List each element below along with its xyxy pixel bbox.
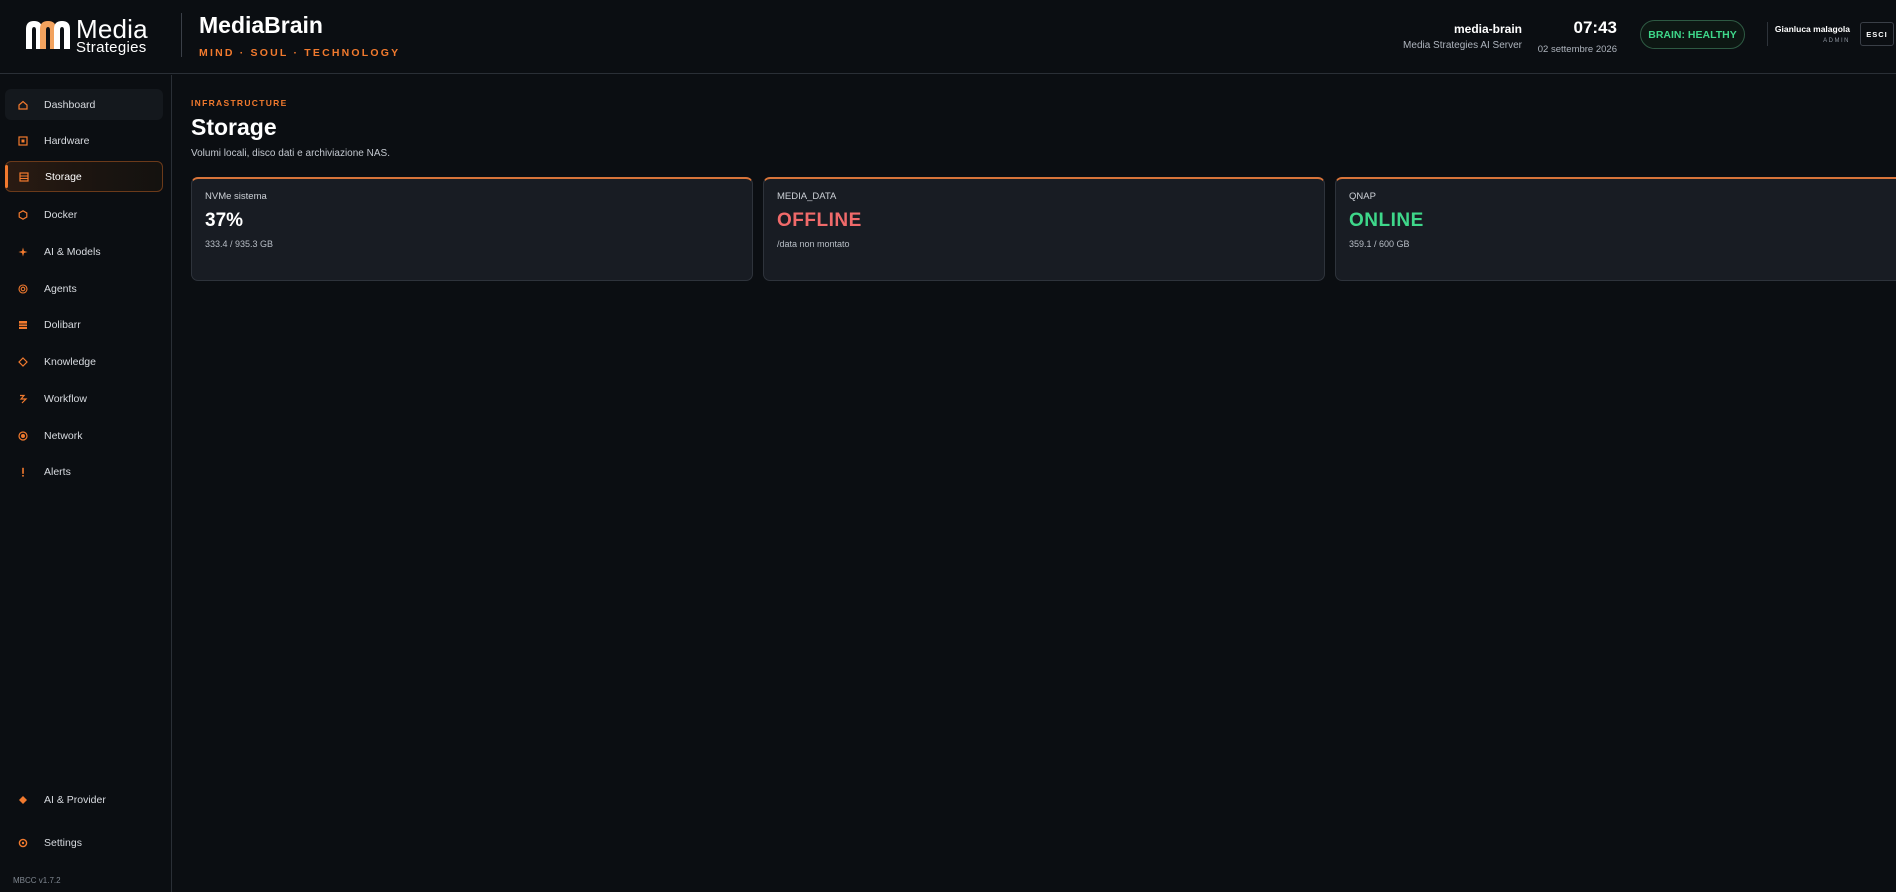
user-role: ADMIN [1823,38,1850,44]
sidebar: Dashboard Hardware Storage Docker AI & M… [0,75,172,892]
user-name: Gianluca malagola [1774,24,1850,34]
logo-wordmark: Media Strategies [76,16,148,55]
diamond-icon [16,356,30,367]
page-title: Storage [191,114,277,140]
sidebar-item-label: Docker [44,208,78,221]
sidebar-item-label: AI & Models [44,245,101,258]
sidebar-item-label: Knowledge [44,355,96,368]
card-value: ONLINE [1349,210,1424,231]
sidebar-item-settings[interactable]: Settings [5,827,163,858]
sidebar-item-docker[interactable]: Docker [5,199,163,230]
logo-mark-icon [26,21,70,49]
sidebar-item-alerts[interactable]: Alerts [5,456,163,487]
card-detail: 333.4 / 935.3 GB [205,239,274,249]
page-subtitle: Volumi locali, disco dati e archiviazion… [191,148,390,159]
provider-icon [16,795,30,805]
brand-block: MediaBrain MIND · SOUL · TECHNOLOGY [199,12,400,59]
sidebar-item-label: Network [44,429,83,442]
clock-time: 07:43 [1573,18,1617,37]
grid-icon [16,320,30,330]
alert-icon [16,467,30,477]
header-divider [181,13,182,57]
storage-card-nvme: NVMe sistema 37% 333.4 / 935.3 GB [191,177,753,281]
sparkle-icon [16,247,30,257]
hexagon-icon [16,209,30,220]
sidebar-item-workflow[interactable]: Workflow [5,383,163,414]
sidebar-item-label: AI & Provider [44,793,106,806]
sidebar-item-agents[interactable]: Agents [5,273,163,304]
brand-title: MediaBrain [199,12,323,38]
logout-button[interactable]: ESCI [1860,22,1894,46]
network-icon [16,430,30,441]
sidebar-item-label: Storage [45,170,82,183]
card-detail: 359.1 / 600 GB [1349,239,1410,249]
header-divider-user [1767,22,1768,46]
logo-line-2: Strategies [76,38,147,56]
sidebar-item-label: Dolibarr [44,318,81,331]
logo-line-1: Media [76,13,148,44]
sidebar-item-storage[interactable]: Storage [5,161,163,192]
agent-icon [16,283,30,294]
storage-icon [17,171,31,182]
sidebar-item-label: Workflow [44,392,87,405]
sidebar-item-dashboard[interactable]: Dashboard [5,89,163,120]
sidebar-item-dolibarr[interactable]: Dolibarr [5,309,163,340]
app-version: MBCC v1.7.2 [13,876,61,885]
card-value: OFFLINE [777,210,862,231]
server-description: Media Strategies AI Server [1403,40,1522,51]
clock: 07:43 02 settembre 2026 [1538,18,1617,55]
sidebar-item-label: Dashboard [44,98,96,111]
storage-card-qnap: QNAP ONLINE 359.1 / 600 GB [1335,177,1896,281]
card-value: 37% [205,210,244,231]
sidebar-item-network[interactable]: Network [5,420,163,451]
sidebar-item-ai-provider[interactable]: AI & Provider [5,784,163,815]
sidebar-item-label: Settings [44,836,82,849]
server-name: media-brain [1453,22,1522,36]
workflow-icon [16,394,30,404]
sidebar-item-label: Hardware [44,134,90,147]
clock-date: 02 settembre 2026 [1537,44,1617,55]
user-info: Gianluca malagola ADMIN [1775,24,1850,44]
brand-tagline: MIND · SOUL · TECHNOLOGY [199,47,401,59]
media-strategies-logo[interactable]: Media Strategies [24,16,148,55]
home-icon [16,100,30,110]
sidebar-item-label: Alerts [44,465,71,478]
card-detail: /data non montato [777,239,850,249]
sidebar-item-ai-models[interactable]: AI & Models [5,236,163,267]
sidebar-item-label: Agents [44,282,77,295]
brain-health-badge[interactable]: BRAIN: HEALTHY [1640,20,1745,49]
card-label: MEDIA_DATA [777,191,837,202]
card-label: QNAP [1349,191,1376,202]
sidebar-item-hardware[interactable]: Hardware [5,125,163,156]
top-header: Media Strategies MediaBrain MIND · SOUL … [0,0,1896,74]
server-info: media-brain Media Strategies AI Server [1403,22,1522,51]
chip-icon [16,135,30,146]
section-label: INFRASTRUCTURE [191,98,288,108]
sidebar-item-knowledge[interactable]: Knowledge [5,346,163,377]
card-label: NVMe sistema [205,191,267,202]
storage-card-media-data: MEDIA_DATA OFFLINE /data non montato [763,177,1325,281]
gear-icon [16,838,30,848]
